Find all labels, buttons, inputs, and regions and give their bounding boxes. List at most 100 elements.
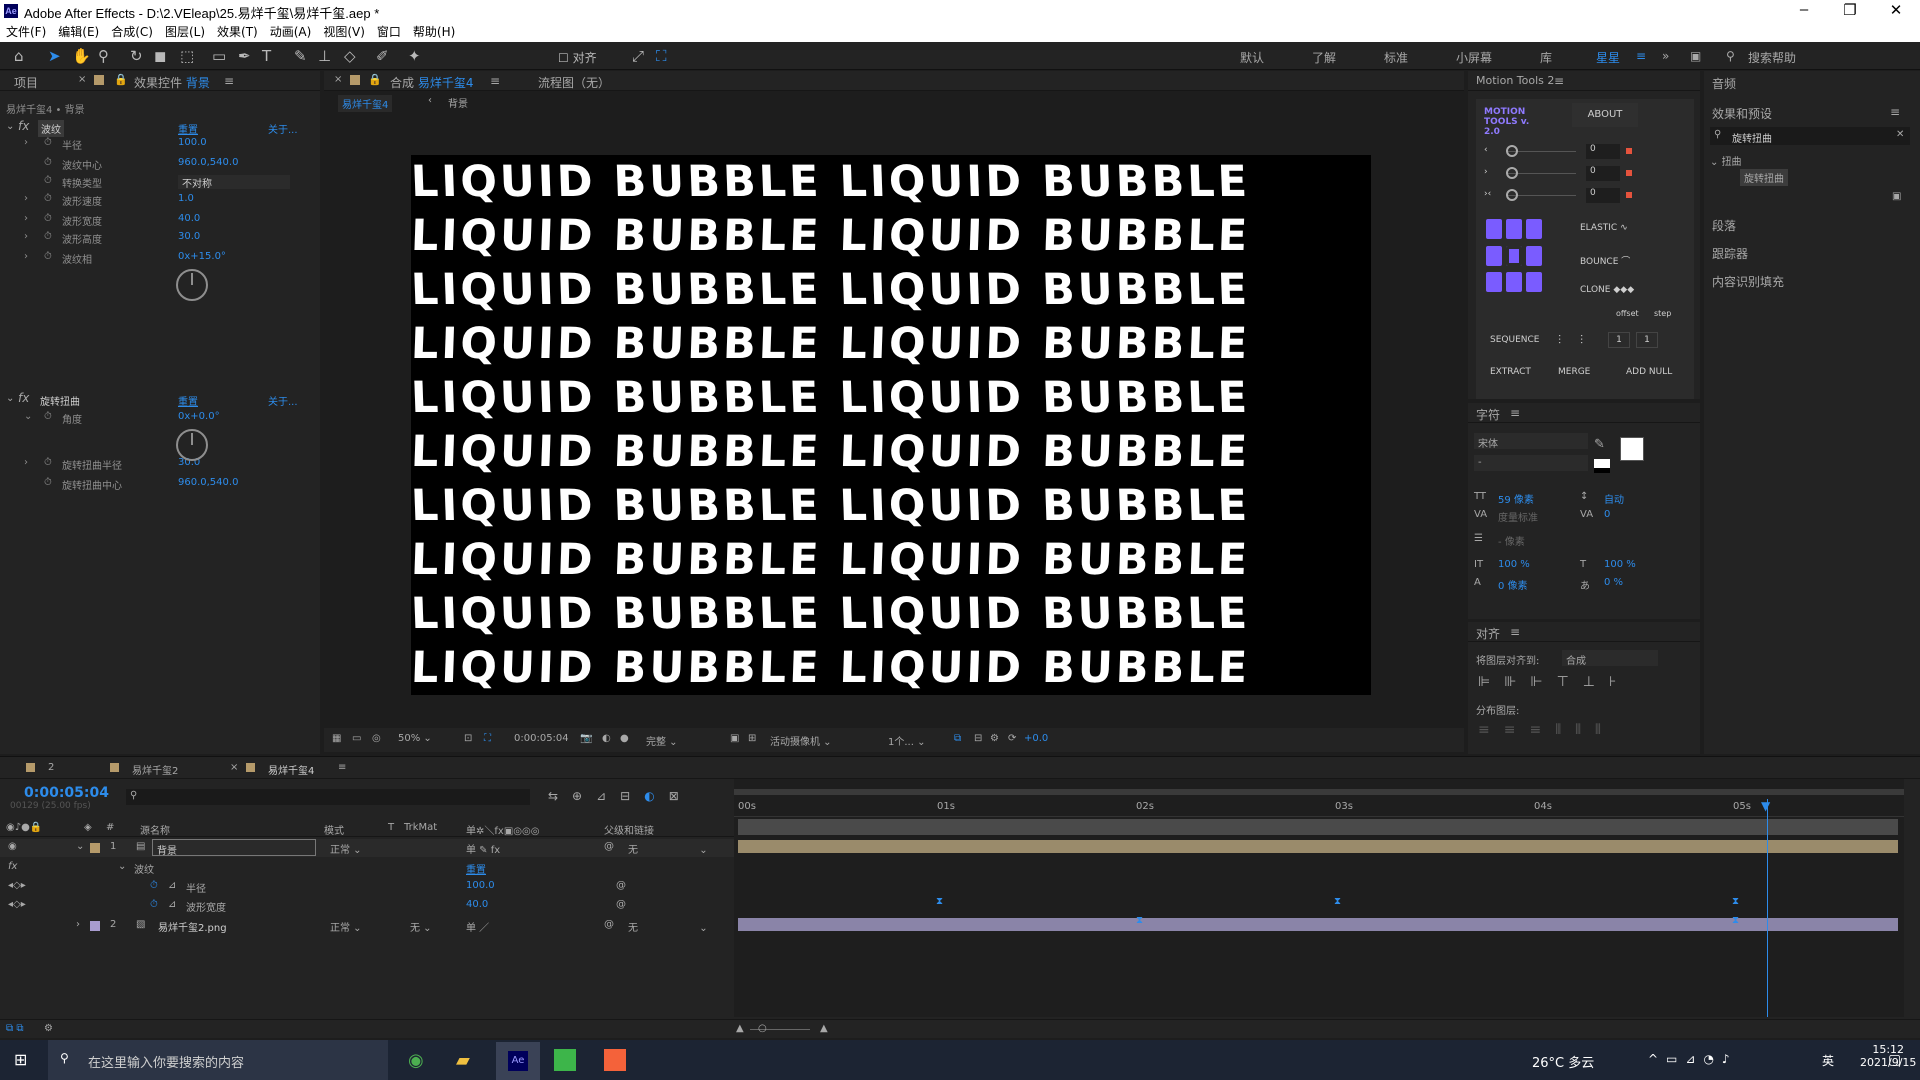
lock-icon[interactable]: 🔒 <box>368 73 382 86</box>
footer-toggle-icon[interactable]: ⧉ ⧉ <box>6 1023 23 1034</box>
panel-menu-icon[interactable]: ≡ <box>1554 74 1564 88</box>
safe-area-icon[interactable]: ⛶ <box>484 733 491 744</box>
workspace-menu-icon[interactable]: ≡ <box>1636 49 1646 63</box>
prop-value[interactable]: 0x+0.0° <box>178 411 220 422</box>
baseline-shift-value[interactable]: 0 像素 <box>1498 577 1528 592</box>
twirl-prop-row[interactable]: › ⏱ 旋转扭曲半径 30.0 <box>6 455 306 472</box>
prop-value[interactable]: 40.0 <box>178 213 200 224</box>
home-icon[interactable]: ⌂ <box>14 47 24 65</box>
time-ruler[interactable]: 00s 01s 02s 03s 04s 05s <box>734 799 1904 817</box>
pickwhip-icon[interactable]: @ <box>616 899 626 910</box>
toggle-pixel-icon[interactable]: ⧉ <box>954 733 961 744</box>
clear-search-icon[interactable]: ✕ <box>1896 129 1904 140</box>
chevron-right-icon[interactable]: › <box>24 213 28 224</box>
maximize-button[interactable]: ❐ <box>1830 1 1870 19</box>
show-snapshot-icon[interactable]: ◐ <box>602 733 611 744</box>
add-null-button[interactable]: ADD NULL <box>1626 367 1672 377</box>
fx-icon[interactable]: fx <box>18 119 29 133</box>
keyframe-nav-icon[interactable]: ◂◇▸ <box>8 880 26 891</box>
wave-prop-row[interactable]: › ⏱ 半径 100.0 <box>6 135 306 152</box>
flowchart-icon[interactable]: ⊟ <box>974 733 982 744</box>
layer-mode-dropdown[interactable]: 正常 ⌄ <box>330 919 362 934</box>
layer-row-2[interactable]: › 2 ▧ 易烊千玺2.png 正常 ⌄ 无 ⌄ 单 ／ @ 无 ⌄ <box>0 917 734 935</box>
workspace-library[interactable]: 库 <box>1540 49 1552 66</box>
prop-row-wave-width[interactable]: ◂◇▸ ⏱ ⊿ 波形宽度 40.0 @ <box>0 897 734 915</box>
panel-menu-icon[interactable]: ≡ <box>490 74 500 88</box>
wave-prop-row[interactable]: ⏱ 转换类型 不对称 <box>6 173 306 190</box>
layer-mode-dropdown[interactable]: 正常 ⌄ <box>330 841 362 856</box>
wave-about-link[interactable]: 关于... <box>268 121 298 136</box>
transparency-grid-icon[interactable]: ⊞ <box>748 733 756 744</box>
eraser-tool-icon[interactable]: ◇ <box>344 47 356 65</box>
angle-dial[interactable] <box>176 429 208 461</box>
mt-slider-row[interactable]: ›‹ 0 <box>1476 187 1694 205</box>
ae-taskbar-button[interactable]: Ae <box>496 1042 540 1080</box>
more-workspaces-icon[interactable]: » <box>1662 49 1669 63</box>
selection-tool-icon[interactable]: ➤ <box>48 47 61 65</box>
chevron-icon[interactable]: › <box>24 457 28 468</box>
taskbar-search[interactable]: ⚲ 在这里输入你要搜索的内容 <box>48 1040 388 1080</box>
layer1-bar[interactable] <box>738 840 1898 853</box>
mt-slider-value[interactable]: 0 <box>1586 144 1620 159</box>
breadcrumb-comp[interactable]: 易烊千玺4 <box>338 95 393 112</box>
footer-toggle-icon[interactable]: ⚙ <box>44 1023 53 1034</box>
panel-menu-icon[interactable]: ≡ <box>224 74 234 88</box>
pen-tool-icon[interactable]: ✒ <box>238 47 251 65</box>
parent-dropdown[interactable]: 无 ⌄ <box>628 919 708 934</box>
playhead-marker-icon[interactable]: ▼ <box>1761 799 1770 813</box>
layer2-bar[interactable] <box>738 918 1898 931</box>
anchor-bottom-right[interactable] <box>1526 272 1542 293</box>
stopwatch-icon[interactable]: ⏱ <box>44 477 52 488</box>
stopwatch-icon[interactable]: ⏱ <box>44 213 52 224</box>
prop-value[interactable]: 960.0,540.0 <box>178 157 238 168</box>
green-app-icon[interactable] <box>554 1049 576 1071</box>
sequence-offset-input[interactable]: 1 <box>1608 332 1630 348</box>
chevron-right-icon[interactable]: › <box>24 231 28 242</box>
timeline-tab-comp4[interactable]: 易烊千玺4 <box>268 762 314 777</box>
chevron-down-icon[interactable]: ⌄ <box>118 861 126 872</box>
browser-app-icon[interactable]: ◉ <box>408 1050 424 1071</box>
exposure-reset-icon[interactable]: ⟳ <box>1008 733 1016 744</box>
snap-options-icon[interactable]: ⛶ <box>656 47 667 65</box>
effects-presets-title[interactable]: 效果和预设 <box>1712 105 1772 122</box>
stopwatch-icon[interactable]: ⏱ <box>44 457 52 468</box>
effect-reset-link[interactable]: 重置 <box>466 861 486 876</box>
sequence-button[interactable]: SEQUENCE <box>1490 335 1539 345</box>
parent-dropdown[interactable]: 无 ⌄ <box>628 841 708 856</box>
graph-icon[interactable]: ⊿ <box>168 899 176 910</box>
clone-button[interactable]: CLONE ◆◆◆ <box>1580 285 1634 295</box>
keyframe[interactable]: ⧗ <box>936 897 944 907</box>
twirl-reset-link[interactable]: 重置 <box>178 393 198 408</box>
menu-edit[interactable]: 编辑(E) <box>58 22 99 42</box>
mt-slider-handle[interactable] <box>1506 145 1518 157</box>
mt-slider-handle[interactable] <box>1506 167 1518 179</box>
chevron-right-icon[interactable]: › <box>24 193 28 204</box>
graph-icon[interactable]: ⊿ <box>168 880 176 891</box>
breadcrumb-layer[interactable]: 背景 <box>448 95 468 110</box>
tsume-value[interactable]: 0 % <box>1604 577 1623 588</box>
search-help-icon[interactable]: ⚲ <box>1726 49 1735 63</box>
wave-prop-row[interactable]: › ⏱ 波形高度 30.0 <box>6 229 306 246</box>
sequence-left-icon[interactable]: ⫶ <box>1558 333 1561 348</box>
mt-slider-value[interactable]: 0 <box>1586 166 1620 181</box>
anchor-grid[interactable] <box>1486 219 1542 295</box>
pickwhip-icon[interactable]: @ <box>604 841 614 852</box>
menu-view[interactable]: 视图(V) <box>323 22 365 42</box>
prop-value[interactable]: 30.0 <box>178 231 200 242</box>
tab-project[interactable]: 项目 <box>14 74 38 91</box>
chevron-right-icon[interactable]: › <box>24 251 28 262</box>
keyframe[interactable]: ⧗ <box>1732 916 1740 926</box>
extract-button[interactable]: EXTRACT <box>1490 367 1531 377</box>
camera-tool-icon[interactable]: ◼ <box>154 47 166 65</box>
workspace-default[interactable]: 默认 <box>1240 49 1264 66</box>
timeline-search-field[interactable]: ⚲ <box>126 789 530 805</box>
fx-icon[interactable]: fx <box>18 391 29 405</box>
chevron-down-icon[interactable]: ⌄ <box>6 393 14 404</box>
fit-icon[interactable]: ⊡ <box>464 733 472 744</box>
merge-button[interactable]: MERGE <box>1558 367 1590 377</box>
menu-file[interactable]: 文件(F) <box>6 22 46 42</box>
close-tab-icon[interactable]: × <box>334 74 342 85</box>
windows-start-icon[interactable]: ⊞ <box>14 1050 27 1069</box>
current-time[interactable]: 0:00:05:04 <box>514 733 569 744</box>
color-channels-icon[interactable]: ● <box>620 733 629 744</box>
